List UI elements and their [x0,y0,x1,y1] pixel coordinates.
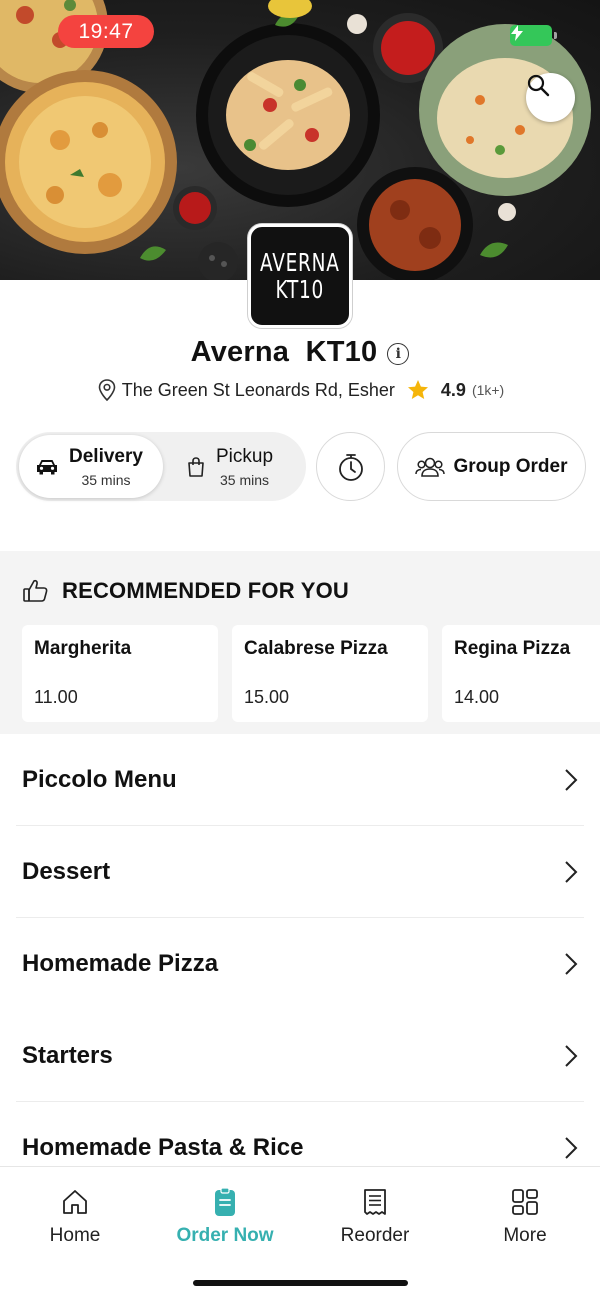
location-pin-icon [98,379,116,402]
status-time: 19:47 [58,15,154,48]
menu-category-list: Piccolo Menu Dessert Homemade Pizza Star… [0,734,600,1194]
delivery-time: 35 mins [81,471,131,488]
category-row[interactable]: Dessert [16,826,584,918]
pickup-label: Pickup [216,445,274,467]
item-name: Calabrese Pizza [244,638,388,659]
restaurant-address: The Green St Leonards Rd, Esher [121,379,395,400]
item-price: 14.00 [454,687,500,707]
timer-icon [338,453,363,481]
item-price: 11.00 [34,687,78,707]
search-icon [527,74,550,97]
tab-home-label: Home [49,1225,101,1246]
group-users-icon [415,457,446,477]
tab-more[interactable]: More [450,1187,600,1247]
info-icon[interactable]: i [387,342,410,365]
group-order-label: Group Order [453,455,568,477]
receipt-icon [364,1189,386,1215]
category-row[interactable]: Piccolo Menu [16,734,584,826]
chevron-right-icon [565,953,578,975]
logo-text-line2: KT10 [275,275,325,304]
order-icon [215,1187,235,1216]
tab-home[interactable]: Home [0,1187,150,1247]
battery-charging-icon [510,25,557,46]
category-name: Homemade Pasta & Rice [22,1133,304,1161]
bottom-tab-bar: Home Order Now Reorder More [0,1166,600,1298]
home-indicator[interactable] [193,1280,408,1286]
recommended-card[interactable]: Margherita 11.00 [22,625,218,722]
logo-text-line1: AVERNA [260,248,340,277]
delivery-label: Delivery [69,445,143,467]
restaurant-title-row: Averna KT10 i [0,336,600,369]
item-price: 15.00 [244,687,290,707]
thumbs-up-icon [23,579,48,602]
item-name: Regina Pizza [454,638,571,659]
recommended-card[interactable]: Calabrese Pizza 15.00 [232,625,428,722]
group-order-button[interactable]: Group Order [397,432,586,501]
grid-icon [512,1189,538,1215]
pickup-time: 35 mins [220,471,270,488]
recommended-title: RECOMMENDED FOR YOU [62,578,349,603]
chevron-right-icon [565,1044,578,1067]
recommended-header: RECOMMENDED FOR YOU [22,578,349,604]
schedule-button[interactable] [316,432,385,501]
star-icon [407,380,428,399]
address-row: The Green St Leonards Rd, Esher 4.9 (1k+… [0,378,600,402]
tab-more-label: More [503,1225,547,1246]
shopping-bag-icon [188,456,204,477]
delivery-option[interactable]: Delivery 35 mins [19,435,163,498]
tab-order-now-label: Order Now [176,1225,274,1246]
chevron-right-icon [565,1136,578,1159]
tab-reorder-label: Reorder [340,1225,410,1246]
order-mode-toggle: Delivery 35 mins Pickup 35 mins [16,432,306,501]
item-name: Margherita [34,638,132,659]
tab-order-now[interactable]: Order Now [150,1187,300,1247]
category-name: Dessert [22,857,111,885]
category-name: Piccolo Menu [22,765,177,793]
category-name: Homemade Pizza [22,950,219,977]
home-icon [63,1190,87,1214]
recommended-card[interactable]: Regina Pizza 14.00 [442,625,600,722]
recommended-carousel[interactable]: Margherita 11.00 Calabrese Pizza 15.00 R… [22,625,600,722]
chevron-right-icon [565,768,578,791]
car-icon [37,459,57,474]
tab-reorder[interactable]: Reorder [300,1187,450,1247]
category-row[interactable]: Homemade Pizza [16,918,584,1010]
rating-count: (1k+) [471,382,505,398]
search-button[interactable] [526,73,575,122]
chevron-right-icon [565,860,578,883]
category-name: Starters [22,1041,113,1069]
pickup-option[interactable]: Pickup 35 mins [186,435,304,498]
rating-value: 4.9 [440,379,466,400]
restaurant-logo: AVERNA KT10 [248,224,352,328]
restaurant-name: Averna KT10 [190,336,378,368]
recommended-section: RECOMMENDED FOR YOU Margherita 11.00 Cal… [0,551,600,734]
category-row[interactable]: Starters [16,1010,584,1102]
